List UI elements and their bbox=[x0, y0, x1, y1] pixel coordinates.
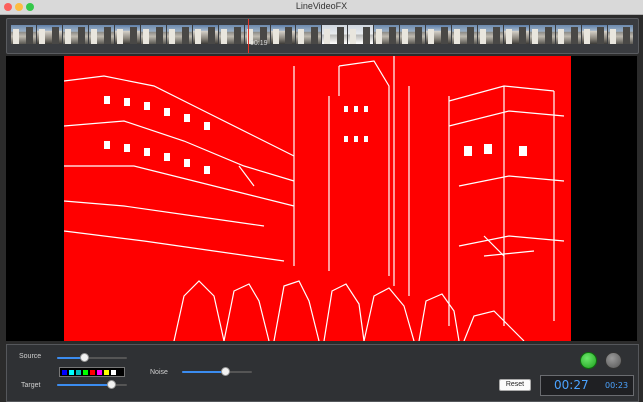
filmstrip-frame[interactable] bbox=[426, 25, 452, 44]
filmstrip-frame[interactable] bbox=[581, 25, 607, 44]
noise-label: Noise bbox=[150, 369, 168, 376]
filmstrip-frame[interactable] bbox=[36, 25, 62, 44]
filmstrip-frame[interactable] bbox=[218, 25, 244, 44]
record-button[interactable] bbox=[580, 352, 597, 369]
edge-detected-frame bbox=[64, 56, 571, 341]
filmstrip-frame[interactable] bbox=[166, 25, 192, 44]
window-title: LineVideoFX bbox=[295, 1, 348, 11]
target-slider[interactable] bbox=[57, 379, 127, 391]
color-swatch[interactable] bbox=[62, 369, 67, 375]
source-slider[interactable] bbox=[57, 352, 127, 364]
color-swatch[interactable] bbox=[83, 369, 88, 375]
video-preview bbox=[64, 56, 571, 341]
filmstrip-frame[interactable] bbox=[192, 25, 218, 44]
controls-panel: Source Target Noise Reset 00:27 00:23 bbox=[6, 344, 639, 402]
filmstrip-frame[interactable] bbox=[400, 25, 426, 44]
timeline-panel[interactable]: 00:19 bbox=[6, 18, 639, 54]
stop-button[interactable] bbox=[605, 352, 622, 369]
filmstrip-frame[interactable] bbox=[504, 25, 530, 44]
filmstrip-frame[interactable] bbox=[607, 25, 633, 44]
filmstrip-frame[interactable] bbox=[296, 25, 322, 44]
filmstrip-frame[interactable] bbox=[62, 25, 88, 44]
playhead[interactable] bbox=[248, 19, 249, 53]
noise-slider-knob[interactable] bbox=[221, 367, 230, 376]
filmstrip-frame[interactable] bbox=[530, 25, 556, 44]
time-display: 00:27 00:23 bbox=[540, 375, 634, 396]
filmstrip-frame[interactable] bbox=[374, 25, 400, 44]
filmstrip-frame[interactable] bbox=[114, 25, 140, 44]
filmstrip-frame[interactable] bbox=[11, 25, 36, 44]
duration-time: 00:23 bbox=[605, 381, 629, 390]
target-label: Target bbox=[21, 382, 41, 389]
filmstrip-frame[interactable] bbox=[348, 25, 374, 44]
reset-button[interactable]: Reset bbox=[499, 379, 531, 391]
filmstrip-frame[interactable] bbox=[452, 25, 478, 44]
filmstrip[interactable] bbox=[11, 25, 634, 44]
color-swatch[interactable] bbox=[90, 369, 95, 375]
source-label: Source bbox=[19, 353, 42, 360]
color-swatch[interactable] bbox=[104, 369, 109, 375]
filmstrip-frame[interactable] bbox=[88, 25, 114, 44]
source-slider-knob[interactable] bbox=[80, 353, 89, 362]
filmstrip-frame[interactable] bbox=[322, 25, 348, 44]
color-swatch[interactable] bbox=[111, 369, 116, 375]
color-swatch-strip[interactable] bbox=[59, 367, 125, 377]
filmstrip-frame[interactable] bbox=[478, 25, 504, 44]
current-time: 00:27 bbox=[554, 378, 589, 392]
video-viewport bbox=[6, 56, 637, 341]
title-bar: LineVideoFX bbox=[0, 0, 643, 15]
timeline-timecode: 00:19 bbox=[250, 40, 268, 47]
noise-slider[interactable] bbox=[182, 366, 252, 378]
filmstrip-frame[interactable] bbox=[270, 25, 296, 44]
color-swatch[interactable] bbox=[69, 369, 74, 375]
color-swatch[interactable] bbox=[76, 369, 81, 375]
target-slider-knob[interactable] bbox=[107, 380, 116, 389]
filmstrip-frame[interactable] bbox=[556, 25, 581, 44]
filmstrip-frame[interactable] bbox=[140, 25, 166, 44]
color-swatch[interactable] bbox=[97, 369, 102, 375]
